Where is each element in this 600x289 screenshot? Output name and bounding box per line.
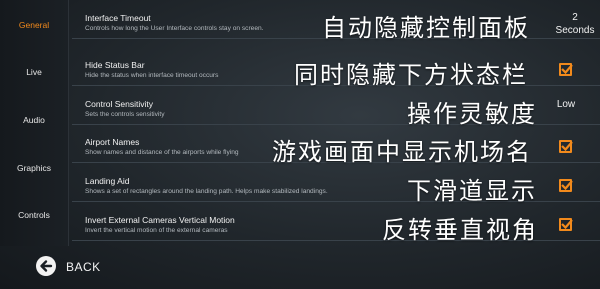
checkmark-icon — [561, 141, 573, 152]
back-arrow-icon — [36, 256, 56, 276]
invert-camera-checkbox[interactable] — [559, 218, 573, 231]
setting-interface-timeout[interactable]: Interface Timeout Controls how long the … — [72, 0, 600, 42]
chinese-annotation: 反转垂直视角 — [382, 216, 538, 244]
setting-title: Airport Names — [85, 137, 140, 147]
tab-live[interactable]: Live — [0, 67, 68, 77]
setting-airport-names[interactable]: Airport Names Show names and distance of… — [72, 124, 600, 166]
tab-audio[interactable]: Audio — [0, 115, 68, 125]
setting-hide-status-bar[interactable]: Hide Status Bar Hide the status when int… — [72, 47, 600, 89]
setting-description: Sets the controls sensitivity — [85, 111, 165, 118]
sensitivity-value[interactable]: Low — [548, 99, 584, 110]
setting-title: Control Sensitivity — [85, 99, 154, 109]
timeout-unit: Seconds — [555, 25, 595, 36]
airport-names-checkbox[interactable] — [559, 140, 573, 153]
setting-description: Hide the status when interface timeout o… — [85, 72, 219, 79]
chinese-annotation: 同时隐藏下方状态栏 — [294, 61, 528, 89]
checkmark-icon — [561, 219, 573, 230]
setting-title: Hide Status Bar — [85, 60, 145, 70]
setting-title: Invert External Cameras Vertical Motion — [85, 215, 235, 225]
setting-control-sensitivity[interactable]: Control Sensitivity Sets the controls se… — [72, 86, 600, 128]
setting-invert-camera[interactable]: Invert External Cameras Vertical Motion … — [72, 202, 600, 244]
hide-status-bar-checkbox[interactable] — [559, 63, 573, 76]
chinese-annotation: 游戏画面中显示机场名 — [272, 138, 532, 166]
timeout-number: 2 — [572, 12, 578, 23]
checkmark-icon — [561, 180, 573, 191]
back-button[interactable]: BACK — [36, 256, 106, 278]
setting-description: Invert the vertical motion of the extern… — [85, 227, 228, 234]
setting-description: Show names and distance of the airports … — [85, 149, 239, 156]
setting-description: Shows a set of rectangles around the lan… — [85, 188, 328, 195]
setting-title: Landing Aid — [85, 176, 130, 186]
tab-general[interactable]: General — [0, 20, 68, 30]
setting-title: Interface Timeout — [85, 13, 151, 23]
setting-landing-aid[interactable]: Landing Aid Shows a set of rectangles ar… — [72, 163, 600, 205]
tab-graphics[interactable]: Graphics — [0, 163, 68, 173]
tab-controls[interactable]: Controls — [0, 210, 68, 220]
chinese-annotation: 下滑道显示 — [407, 177, 537, 205]
timeout-value[interactable]: 2 Seconds — [550, 11, 600, 37]
back-label: BACK — [66, 260, 101, 274]
checkmark-icon — [561, 64, 573, 75]
settings-sidebar: General Live Audio Graphics Controls — [0, 0, 69, 246]
setting-description: Controls how long the User Interface con… — [85, 25, 264, 32]
landing-aid-checkbox[interactable] — [559, 179, 573, 192]
chinese-annotation: 自动隐藏控制面板 — [322, 14, 530, 42]
